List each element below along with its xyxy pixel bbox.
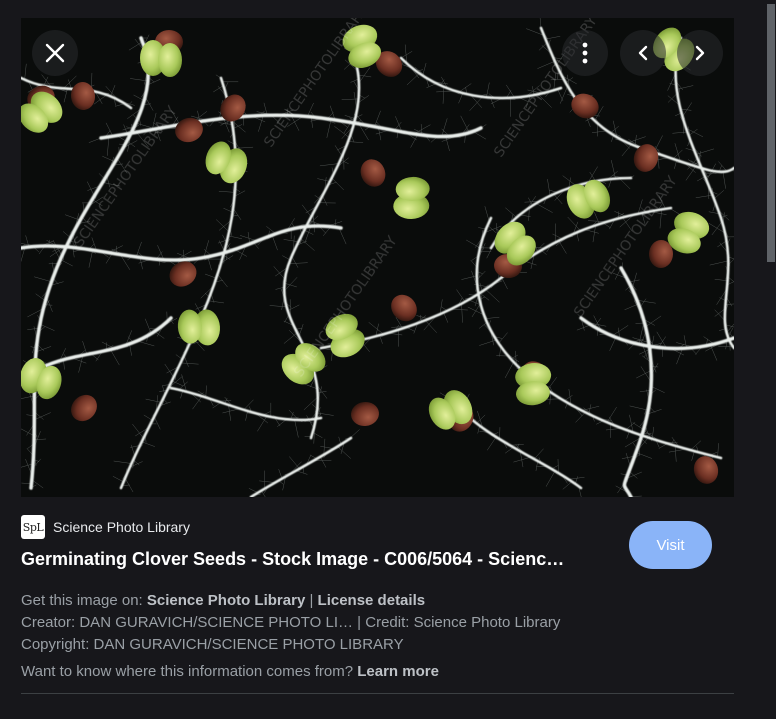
chevron-right-icon	[695, 45, 705, 61]
preview-image[interactable]: SCIENCEPHOTOLIBRARY SCIENCEPHOTOLIBRARY …	[21, 18, 734, 497]
more-vert-icon	[582, 42, 588, 64]
scrollbar-thumb[interactable]	[767, 4, 775, 262]
source-name[interactable]: Science Photo Library	[53, 519, 190, 535]
info-prefix: Want to know where this information come…	[21, 663, 358, 680]
more-options-button[interactable]	[562, 30, 608, 76]
scrollbar[interactable]	[766, 0, 776, 719]
license-details-link[interactable]: License details	[318, 592, 426, 609]
chevron-left-icon	[638, 45, 648, 61]
source-favicon: SpL	[21, 515, 45, 539]
close-button[interactable]	[32, 30, 78, 76]
close-icon	[45, 43, 65, 63]
source-row[interactable]: SpL Science Photo Library	[21, 515, 190, 539]
get-image-line: Get this image on: Science Photo Library…	[21, 592, 425, 609]
visit-button[interactable]: Visit	[629, 521, 712, 569]
copyright-line: Copyright: DAN GURAVICH/SCIENCE PHOTO LI…	[21, 636, 404, 653]
seedling-leaves	[140, 40, 182, 77]
next-image-button[interactable]	[677, 30, 723, 76]
get-image-link[interactable]: Science Photo Library	[147, 592, 305, 609]
separator: |	[305, 592, 318, 609]
image-preview-panel: SCIENCEPHOTOLIBRARY SCIENCEPHOTOLIBRARY …	[0, 0, 776, 719]
previous-image-button[interactable]	[620, 30, 666, 76]
learn-more-link[interactable]: Learn more	[357, 663, 439, 680]
info-source-line: Want to know where this information come…	[21, 663, 439, 680]
image-title[interactable]: Germinating Clover Seeds - Stock Image -…	[21, 549, 617, 570]
divider	[21, 693, 734, 694]
get-image-prefix: Get this image on:	[21, 592, 147, 609]
creator-credit-line: Creator: DAN GURAVICH/SCIENCE PHOTO LI… …	[21, 614, 561, 631]
